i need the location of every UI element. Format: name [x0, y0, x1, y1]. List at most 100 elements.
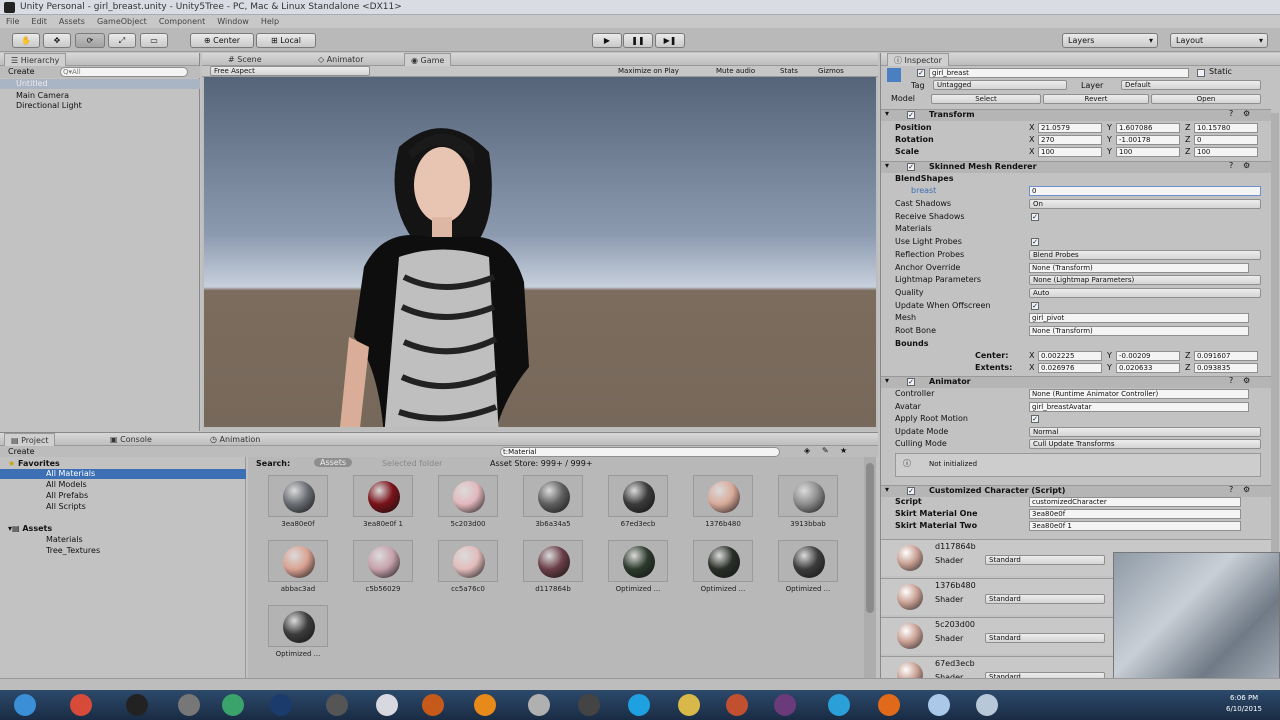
media-icon[interactable] [528, 694, 550, 716]
pivot-local-toggle[interactable]: ⊞ Local [256, 33, 316, 48]
hierarchy-search-input[interactable]: Q▾All [60, 67, 188, 77]
foldout-arrow-icon[interactable]: ▾ [885, 161, 889, 170]
assets-root[interactable]: ▾▤ Assets [8, 524, 52, 533]
move-tool-icon[interactable]: ✥ [43, 33, 71, 48]
scrollbar-thumb[interactable] [866, 463, 874, 613]
skype-icon[interactable] [628, 694, 650, 716]
transform-y-field[interactable]: 1.607086 [1116, 123, 1180, 133]
gear-icon[interactable]: ⚙ [1243, 109, 1250, 118]
unity-icon[interactable] [126, 694, 148, 716]
shader-dropdown[interactable]: Standard [985, 594, 1105, 604]
transform-y-field[interactable]: -1.00178 [1116, 135, 1180, 145]
menu-window[interactable]: Window [211, 15, 255, 28]
game-viewport[interactable] [204, 77, 876, 427]
transform-z-field[interactable]: 0 [1194, 135, 1258, 145]
transform-enabled-checkbox[interactable]: ✓ [907, 111, 915, 119]
smr-receive-shadows-checkbox[interactable]: ✓ [1031, 212, 1039, 221]
tab-animator[interactable]: ◇ Animator [312, 53, 369, 66]
step-button[interactable]: ▶❚ [655, 33, 685, 48]
tab-project[interactable]: ▤ Project [4, 433, 56, 446]
tab-scene[interactable]: # Scene [222, 53, 268, 66]
animator-controller-field[interactable]: None (Runtime Animator Controller) [1029, 389, 1249, 399]
material-thumbnail[interactable] [778, 540, 838, 582]
gear-icon[interactable]: ⚙ [1243, 161, 1250, 170]
smr-mesh-field[interactable]: girl_pivot [1029, 313, 1249, 324]
menu-gameobject[interactable]: GameObject [91, 15, 153, 28]
tab-console[interactable]: ▣ Console [104, 433, 158, 446]
material-thumbnail[interactable] [268, 475, 328, 517]
smr-quality-dropdown[interactable]: Auto [1029, 287, 1261, 298]
firefox-icon[interactable] [878, 694, 900, 716]
pivot-center-toggle[interactable]: ⊕ Center [190, 33, 254, 48]
hierarchy-item-main-camera[interactable]: Main Camera [16, 91, 69, 100]
mute-audio-toggle[interactable]: Mute audio [716, 67, 755, 75]
shader-dropdown[interactable]: Standard [985, 555, 1105, 565]
scope-assets-toggle[interactable]: Assets [314, 458, 353, 467]
transform-y-field[interactable]: 100 [1116, 147, 1180, 157]
help-icon[interactable]: ? [1229, 161, 1233, 170]
layer-dropdown[interactable]: Default [1121, 80, 1261, 90]
material-thumbnail[interactable] [353, 540, 413, 582]
skinned-mesh-renderer-enabled-checkbox[interactable]: ✓ [907, 163, 915, 171]
object-active-checkbox[interactable]: ✓ [917, 69, 925, 77]
menu-edit[interactable]: Edit [25, 15, 53, 28]
smr-update-when-offscreen-checkbox[interactable]: ✓ [1031, 301, 1039, 310]
hierarchy-scene-row[interactable]: Untitled [0, 79, 200, 89]
breast-field[interactable]: 0 [1029, 186, 1261, 196]
folder-tree-textures[interactable]: Tree_Textures [46, 546, 100, 555]
foldout-arrow-icon[interactable]: ▾ [885, 485, 889, 494]
animator-avatar-field[interactable]: girl_breastAvatar [1029, 401, 1249, 412]
transform-x-field[interactable]: 21.0579 [1038, 123, 1102, 133]
material-thumbnail[interactable] [268, 605, 328, 647]
paint-icon[interactable] [376, 694, 398, 716]
material-thumbnail[interactable] [608, 475, 668, 517]
center-x-field[interactable]: 0.002225 [1038, 351, 1102, 361]
scale-tool-icon[interactable]: ⤢ [108, 33, 136, 48]
custom-skirt-material-one-field[interactable]: 3ea80e0f [1029, 509, 1241, 519]
folder-icon[interactable] [678, 694, 700, 716]
material-thumbnail[interactable] [523, 540, 583, 582]
material-thumbnail[interactable] [353, 475, 413, 517]
material-thumbnail[interactable] [438, 475, 498, 517]
customized-character-enabled-checkbox[interactable]: ✓ [907, 487, 915, 495]
gamepad-icon[interactable] [578, 694, 600, 716]
animator-apply-root-motion-checkbox[interactable]: ✓ [1031, 415, 1039, 424]
help-icon[interactable]: ? [1229, 485, 1233, 494]
scope-folder-toggle[interactable]: Selected folder [382, 459, 442, 468]
help-icon[interactable]: ? [1229, 109, 1233, 118]
hierarchy-item-directional-light[interactable]: Directional Light [16, 101, 82, 110]
pause-button[interactable]: ❚❚ [623, 33, 653, 48]
tag-dropdown[interactable]: Untagged [933, 80, 1067, 90]
filter-label-icon[interactable]: ✎ [822, 446, 829, 455]
asset-store-count[interactable]: Asset Store: 999+ / 999+ [490, 459, 593, 468]
aspect-dropdown[interactable]: Free Aspect [210, 66, 370, 76]
smr-use-light-probes-checkbox[interactable]: ✓ [1031, 238, 1039, 247]
hand-tool-icon[interactable]: ✋ [12, 33, 40, 48]
menu-component[interactable]: Component [153, 15, 211, 28]
project-scrollbar[interactable] [864, 457, 876, 679]
model-open-button[interactable]: Open [1151, 94, 1261, 104]
rotate-tool-icon[interactable]: ⟳ [75, 33, 105, 48]
smr-cast-shadows-dropdown[interactable]: On [1029, 199, 1261, 209]
clock-date[interactable]: 6/10/2015 [1226, 705, 1262, 713]
fav-all-scripts[interactable]: All Scripts [46, 502, 86, 511]
material-thumbnail[interactable] [693, 475, 753, 517]
settings-icon[interactable] [976, 694, 998, 716]
fav-all-prefabs[interactable]: All Prefabs [46, 491, 88, 500]
unity-editor-icon[interactable] [178, 694, 200, 716]
gizmos-dropdown[interactable]: Gizmos [818, 67, 844, 75]
transform-x-field[interactable]: 270 [1038, 135, 1102, 145]
foldout-arrow-icon[interactable]: ▾ [885, 109, 889, 118]
model-revert-button[interactable]: Revert [1043, 94, 1149, 104]
material-thumbnail[interactable] [268, 540, 328, 582]
transform-z-field[interactable]: 10.15780 [1194, 123, 1258, 133]
tab-game[interactable]: ◉ Game [404, 53, 452, 66]
photoshop-icon[interactable] [270, 694, 292, 716]
material-thumbnail[interactable] [438, 540, 498, 582]
custom-script-field[interactable]: customizedCharacter [1029, 497, 1241, 507]
favorites-header[interactable]: ★ Favorites [8, 459, 60, 468]
folder-materials[interactable]: Materials [46, 535, 83, 544]
project-create-button[interactable]: Create [8, 447, 35, 456]
fruit-app-icon[interactable] [422, 694, 444, 716]
hierarchy-create-button[interactable]: Create [8, 67, 35, 76]
